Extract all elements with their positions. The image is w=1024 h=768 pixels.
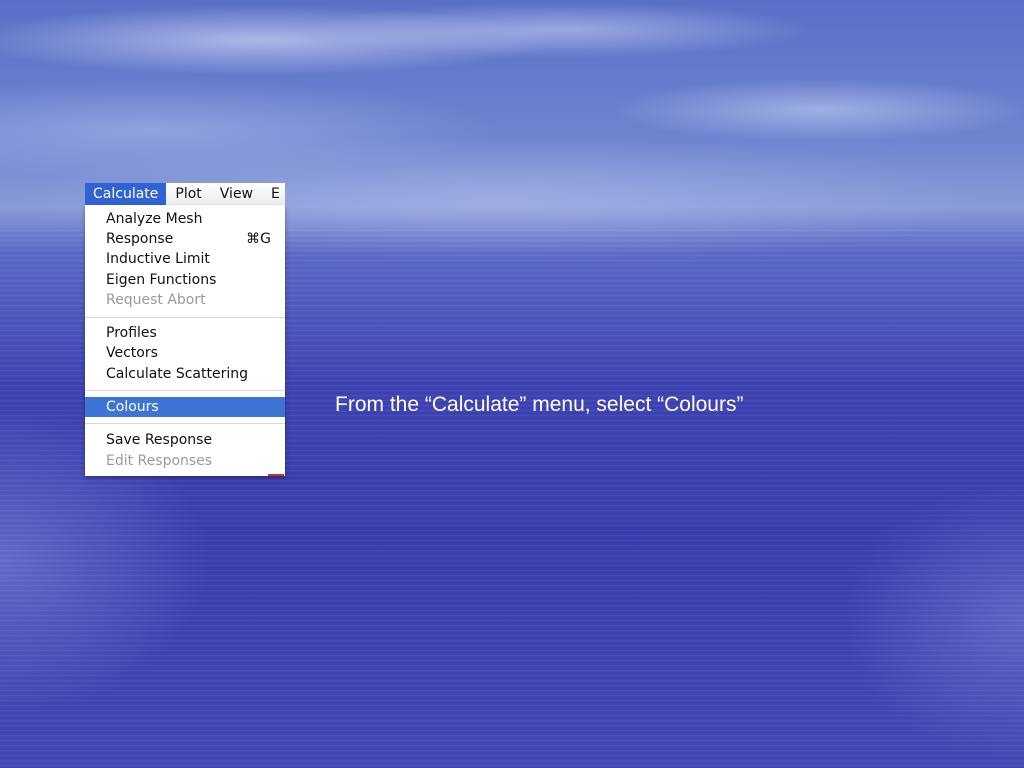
menu-item-label: Response (106, 231, 174, 247)
menu-item-analyze-mesh[interactable]: Analyze Mesh (85, 209, 285, 229)
menu-item-label: Eigen Functions (106, 272, 217, 288)
menu-item-label: Vectors (106, 345, 158, 361)
menu-item-profiles[interactable]: Profiles (85, 323, 285, 343)
menu-item-request-abort: Request Abort (85, 290, 285, 310)
menu-item-label: Request Abort (106, 292, 206, 308)
menubar-plot[interactable]: Plot (166, 183, 210, 205)
menu-bar: Calculate Plot View E (85, 183, 285, 205)
menubar-calculate[interactable]: Calculate (85, 183, 167, 205)
menu-item-label: Edit Responses (106, 453, 213, 469)
menu-item-response[interactable]: Response ⌘G (85, 229, 285, 249)
menubar-edit-truncated[interactable]: E (262, 183, 285, 205)
menu-item-label: Save Response (106, 432, 213, 448)
menu-separator (85, 423, 285, 424)
menu-item-label: Profiles (106, 325, 157, 341)
menu-item-eigen-functions[interactable]: Eigen Functions (85, 270, 285, 290)
menu-item-label: Calculate Scattering (106, 366, 248, 382)
menu-item-inductive-limit[interactable]: Inductive Limit (85, 249, 285, 269)
calculate-dropdown-menu: Analyze Mesh Response ⌘G Inductive Limit… (85, 205, 285, 476)
menu-item-vectors[interactable]: Vectors (85, 343, 285, 363)
menu-item-edit-responses: Edit Responses (85, 451, 285, 471)
window-edge-accent (268, 474, 284, 476)
menu-item-label: Colours (106, 399, 159, 415)
menu-separator (85, 317, 285, 318)
menubar-view[interactable]: View (211, 183, 262, 205)
menu-item-calculate-scattering[interactable]: Calculate Scattering (85, 364, 285, 384)
menu-item-label: Inductive Limit (106, 251, 210, 267)
menu-separator (85, 390, 285, 391)
slide-instruction-text: From the “Calculate” menu, select “Colou… (335, 393, 744, 416)
menu-item-colours[interactable]: Colours (85, 397, 285, 417)
menu-item-save-response[interactable]: Save Response (85, 430, 285, 450)
menu-item-label: Analyze Mesh (106, 211, 203, 227)
menu-item-shortcut: ⌘G (246, 231, 271, 247)
